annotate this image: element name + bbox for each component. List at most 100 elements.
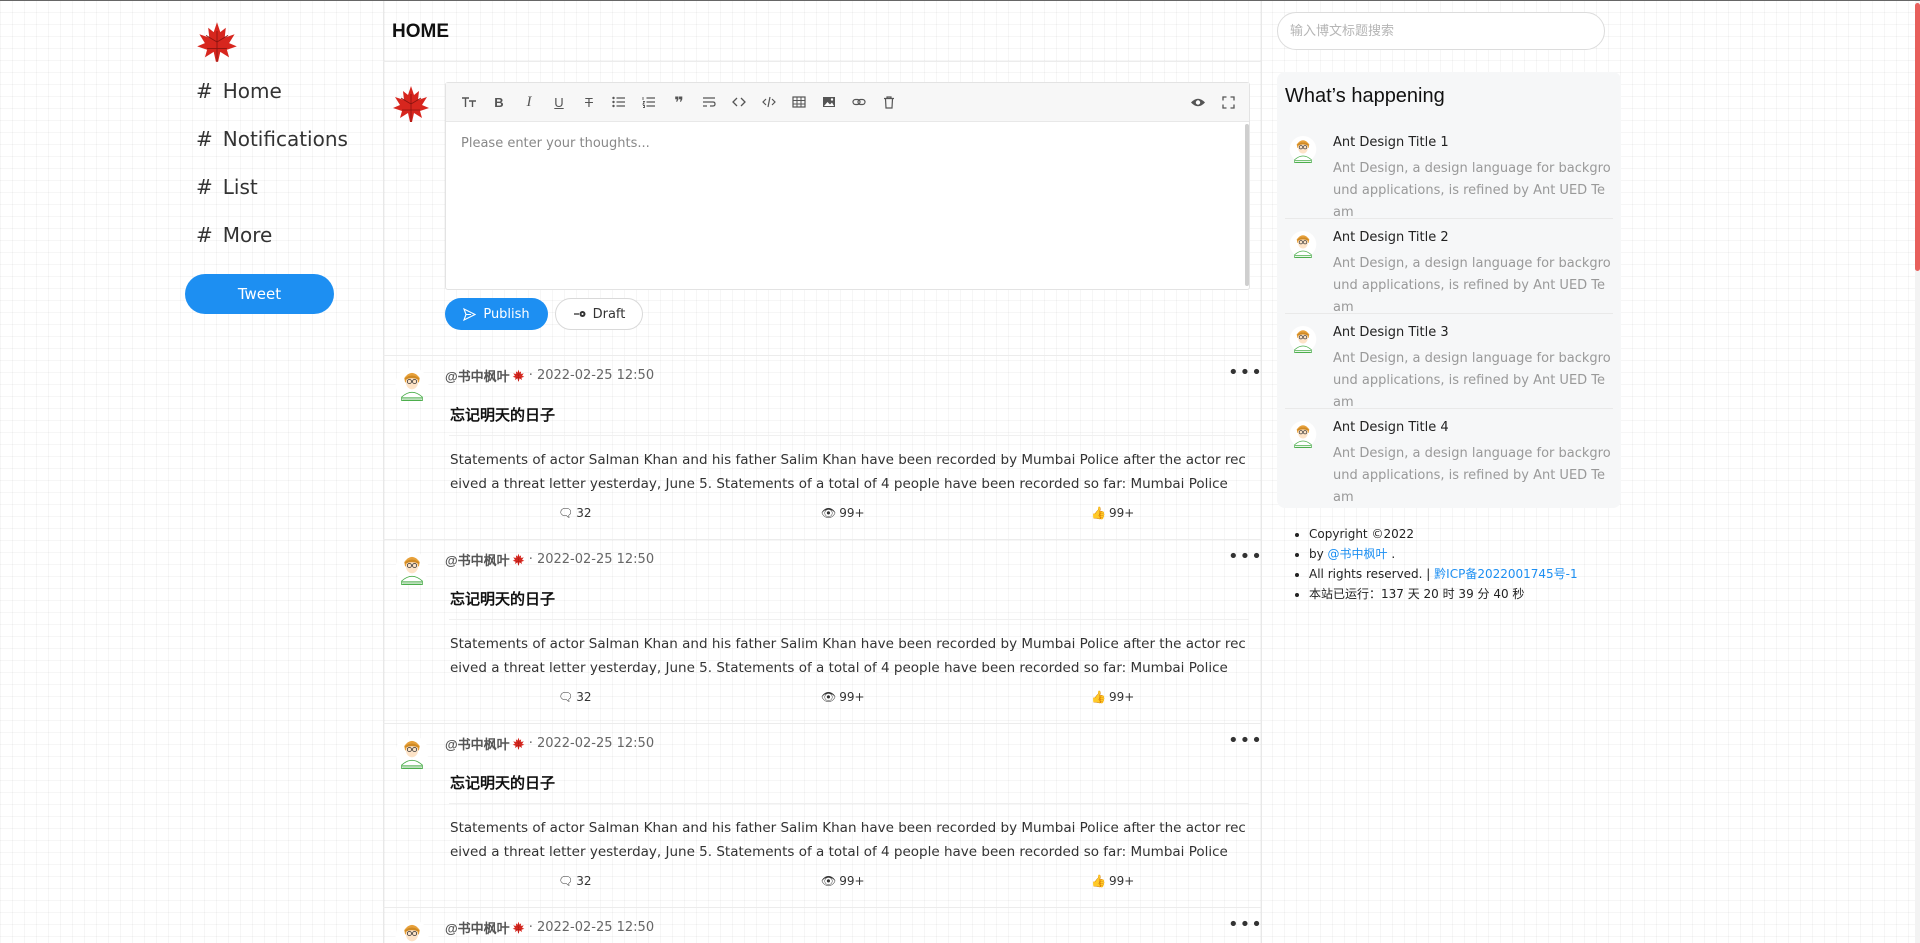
nav-item-label: Notifications	[222, 127, 348, 151]
search-input[interactable]	[1277, 12, 1605, 50]
preview-icon[interactable]	[1183, 90, 1213, 114]
delete-icon[interactable]	[874, 90, 904, 114]
like-stat[interactable]: 👍 99+	[1091, 506, 1134, 520]
like-count: 99+	[1108, 506, 1135, 520]
author-avatar[interactable]	[393, 918, 431, 943]
list-item[interactable]: Ant Design Title 2 Ant Design, a design …	[1277, 219, 1621, 315]
nav-item-list[interactable]: # List	[196, 175, 258, 199]
author-avatar[interactable]	[393, 734, 431, 772]
list-item[interactable]: Ant Design Title 3 Ant Design, a design …	[1277, 314, 1621, 410]
italic-icon[interactable]: I	[514, 90, 544, 114]
footer-copyright: Copyright ©2022	[1309, 524, 1578, 544]
table-icon[interactable]	[784, 90, 814, 114]
post-date: 2022-02-25 12:50	[536, 920, 655, 935]
post-card[interactable]: @书中枫叶 · 2022-02-25 12:50 •••	[383, 908, 1261, 943]
author-avatar[interactable]	[393, 550, 431, 588]
page-scrollbar[interactable]	[1915, 1, 1920, 943]
header-icon[interactable]	[454, 90, 484, 114]
like-stat[interactable]: 👍 99+	[1091, 874, 1134, 888]
tweet-button[interactable]: Tweet	[185, 274, 334, 314]
page-scrollbar-thumb[interactable]	[1915, 3, 1920, 271]
list-item[interactable]: Ant Design Title 4 Ant Design, a design …	[1277, 409, 1621, 505]
header-divider	[383, 61, 1261, 62]
more-icon[interactable]: •••	[1228, 364, 1263, 382]
page-title: HOME	[392, 21, 449, 42]
author-name[interactable]: @书中枫叶	[445, 550, 510, 569]
post-title[interactable]: 忘记明天的日子	[450, 588, 555, 609]
code-icon[interactable]	[724, 90, 754, 114]
hash-icon: #	[196, 127, 213, 151]
view-count: 99+	[839, 690, 865, 704]
view-count: 99+	[839, 506, 865, 520]
site-footer: Copyright ©2022 by @书中枫叶 . All rights re…	[1291, 524, 1578, 604]
comment-stat[interactable]: 🗨 32	[558, 690, 592, 704]
editor-toolbar: B I U T ❞	[446, 83, 1249, 122]
post-card[interactable]: @书中枫叶 · 2022-02-25 12:50 ••• 忘记明天的日子 Sta…	[383, 540, 1263, 724]
editor-scrollbar[interactable]	[1245, 124, 1249, 286]
wrap-icon[interactable]	[694, 90, 724, 114]
maple-leaf-avatar	[391, 84, 431, 124]
more-icon[interactable]: •••	[1228, 548, 1263, 566]
image-icon[interactable]	[814, 90, 844, 114]
item-title[interactable]: Ant Design Title 2	[1333, 230, 1449, 245]
post-divider	[449, 619, 1249, 620]
author-avatar[interactable]	[393, 366, 431, 404]
footer-icp-link[interactable]: 黔ICP备2022001745号-1	[1434, 567, 1577, 581]
quote-icon[interactable]: ❞	[664, 90, 694, 114]
item-title[interactable]: Ant Design Title 3	[1333, 325, 1449, 340]
maple-leaf-logo[interactable]	[195, 19, 239, 65]
publish-button[interactable]: Publish	[445, 298, 548, 330]
more-icon[interactable]: •••	[1228, 732, 1263, 750]
post-divider	[449, 435, 1249, 436]
bold-icon[interactable]: B	[484, 90, 514, 114]
author-name[interactable]: @书中枫叶	[445, 366, 510, 385]
maple-leaf-icon	[512, 553, 525, 566]
item-avatar	[1289, 419, 1317, 451]
draft-button[interactable]: Draft	[555, 298, 643, 330]
more-icon[interactable]: •••	[1228, 916, 1261, 934]
hash-icon: #	[196, 79, 213, 103]
nav-item-home[interactable]: # Home	[196, 79, 282, 103]
post-date: 2022-02-25 12:50	[536, 736, 655, 751]
item-description: Ant Design, a design language for backgr…	[1333, 351, 1611, 410]
item-title[interactable]: Ant Design Title 4	[1333, 420, 1449, 435]
like-count: 99+	[1108, 874, 1135, 888]
nav-item-more[interactable]: # More	[196, 223, 272, 247]
comment-icon: 🗨	[558, 690, 574, 704]
markdown-editor: B I U T ❞ Please enter your thoughts...	[445, 82, 1250, 290]
post-card[interactable]: @书中枫叶 · 2022-02-25 12:50 ••• 忘记明天的日子 Sta…	[383, 724, 1263, 908]
nav-item-notifications[interactable]: # Notifications	[196, 127, 348, 151]
post-title[interactable]: 忘记明天的日子	[450, 404, 555, 425]
item-title[interactable]: Ant Design Title 1	[1333, 135, 1449, 150]
unordered-list-icon[interactable]	[604, 90, 634, 114]
thumbs-up-icon: 👍	[1091, 506, 1106, 520]
link-icon[interactable]	[844, 90, 874, 114]
comment-stat[interactable]: 🗨 32	[558, 874, 592, 888]
footer-author: by @书中枫叶 .	[1309, 544, 1578, 564]
fullscreen-icon[interactable]	[1213, 90, 1243, 114]
ordered-list-icon[interactable]	[634, 90, 664, 114]
editor-textarea[interactable]: Please enter your thoughts...	[446, 122, 1249, 288]
post-body: Statements of actor Salman Khan and his …	[450, 820, 1246, 860]
post-card[interactable]: @书中枫叶 · 2022-02-25 12:50 ••• 忘记明天的日子 Sta…	[383, 356, 1263, 540]
view-stat: 👁 99+	[821, 506, 865, 520]
like-stat[interactable]: 👍 99+	[1091, 690, 1134, 704]
author-name[interactable]: @书中枫叶	[445, 918, 510, 937]
list-item[interactable]: Ant Design Title 1 Ant Design, a design …	[1277, 124, 1621, 220]
item-avatar	[1289, 324, 1317, 356]
footer-author-link[interactable]: @书中枫叶	[1328, 547, 1388, 561]
maple-leaf-icon	[512, 737, 525, 750]
post-title[interactable]: 忘记明天的日子	[450, 772, 555, 793]
footer-by-prefix: by	[1309, 547, 1328, 561]
underline-icon[interactable]: U	[544, 90, 574, 114]
code-block-icon[interactable]	[754, 90, 784, 114]
comment-stat[interactable]: 🗨 32	[558, 506, 592, 520]
nav-item-label: More	[222, 223, 273, 247]
like-count: 99+	[1108, 690, 1135, 704]
post-date: 2022-02-25 12:50	[536, 368, 655, 383]
footer-rights: All rights reserved. | 黔ICP备2022001745号-…	[1309, 564, 1578, 584]
post-meta: @书中枫叶 · 2022-02-25 12:50	[445, 550, 654, 569]
author-name[interactable]: @书中枫叶	[445, 734, 510, 753]
strikethrough-icon[interactable]: T	[574, 90, 604, 114]
post-divider	[449, 803, 1249, 804]
